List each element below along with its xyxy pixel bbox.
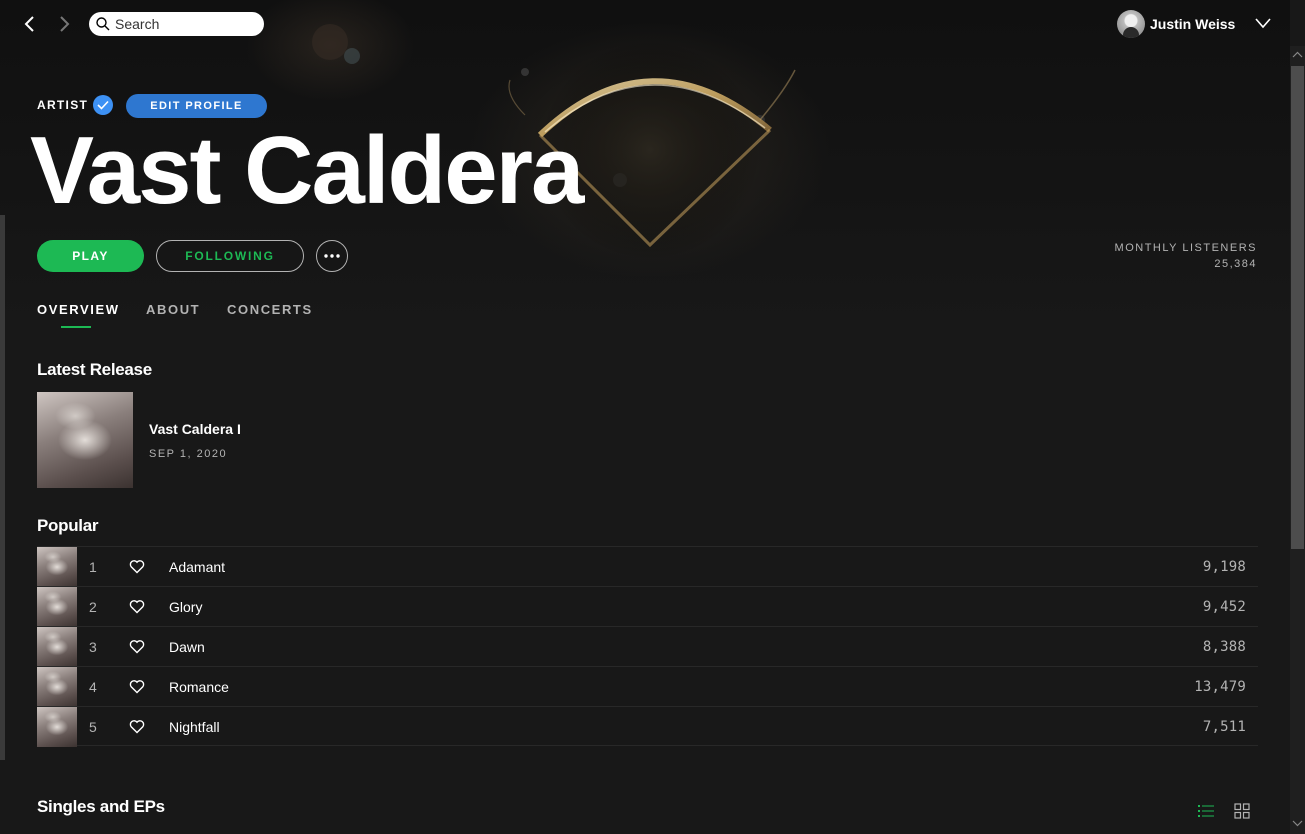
track-number: 4: [89, 679, 97, 695]
track-row[interactable]: 5 Nightfall 7,511: [37, 706, 1258, 747]
heart-icon[interactable]: [129, 679, 145, 694]
track-row[interactable]: 3 Dawn 8,388: [37, 626, 1258, 667]
search-box[interactable]: [89, 12, 264, 36]
track-title[interactable]: Glory: [169, 599, 202, 615]
heart-icon[interactable]: [129, 639, 145, 654]
grid-view-icon[interactable]: [1234, 803, 1250, 819]
track-play-count: 7,511: [1202, 719, 1246, 735]
track-number: 5: [89, 719, 97, 735]
track-title[interactable]: Nightfall: [169, 719, 220, 735]
track-play-count: 8,388: [1202, 639, 1246, 655]
chevron-right-icon: [60, 16, 70, 32]
scrollbar-thumb[interactable]: [1291, 66, 1304, 549]
monthly-listeners-value: 25,384: [1214, 258, 1257, 270]
active-tab-indicator: [61, 326, 91, 328]
popular-heading: Popular: [37, 516, 99, 535]
user-name[interactable]: Justin Weiss: [1150, 16, 1235, 32]
track-thumbnail: [37, 707, 77, 747]
avatar[interactable]: [1117, 10, 1145, 38]
latest-release-cover[interactable]: [37, 392, 133, 488]
latest-release-title[interactable]: Vast Caldera I: [149, 421, 241, 437]
chevron-left-icon: [24, 16, 34, 32]
forward-button[interactable]: [52, 12, 76, 36]
track-thumbnail: [37, 667, 77, 707]
track-number: 2: [89, 599, 97, 615]
sidebar-edge: [0, 215, 5, 760]
track-title[interactable]: Dawn: [169, 639, 205, 655]
track-thumbnail: [37, 587, 77, 627]
scroll-down-arrow-icon[interactable]: [1292, 818, 1303, 828]
play-button[interactable]: PLAY: [37, 240, 144, 272]
track-play-count: 13,479: [1194, 679, 1246, 695]
tab-overview[interactable]: OVERVIEW: [37, 302, 120, 317]
latest-release-heading: Latest Release: [37, 360, 152, 379]
list-view-icon[interactable]: [1198, 803, 1214, 819]
following-button[interactable]: FOLLOWING: [156, 240, 304, 272]
track-row[interactable]: 4 Romance 13,479: [37, 666, 1258, 707]
back-button[interactable]: [18, 12, 42, 36]
track-number: 3: [89, 639, 97, 655]
artist-type-label: ARTIST: [37, 98, 89, 112]
tab-concerts[interactable]: CONCERTS: [227, 302, 313, 317]
heart-icon[interactable]: [129, 719, 145, 734]
search-input[interactable]: [115, 16, 255, 32]
check-icon: [97, 100, 109, 110]
monthly-listeners-label: MONTHLY LISTENERS: [1114, 242, 1257, 254]
chevron-down-icon[interactable]: [1254, 16, 1272, 30]
heart-icon[interactable]: [129, 599, 145, 614]
track-thumbnail: [37, 547, 77, 587]
singles-eps-heading: Singles and EPs: [37, 797, 165, 816]
track-play-count: 9,198: [1202, 559, 1246, 575]
verified-badge-icon: [93, 95, 113, 115]
ellipsis-icon: [324, 254, 340, 258]
heart-icon[interactable]: [129, 559, 145, 574]
track-row[interactable]: 2 Glory 9,452: [37, 586, 1258, 627]
more-options-button[interactable]: [316, 240, 348, 272]
track-row[interactable]: 1 Adamant 9,198: [37, 546, 1258, 587]
edit-profile-button[interactable]: EDIT PROFILE: [126, 94, 267, 118]
scroll-up-arrow-icon[interactable]: [1292, 50, 1303, 60]
popular-tracks-list: 1 Adamant 9,198 2 Glory 9,452 3 Dawn 8,3…: [37, 546, 1258, 747]
tab-about[interactable]: ABOUT: [146, 302, 200, 317]
latest-release-date: SEP 1, 2020: [149, 448, 228, 460]
search-icon: [96, 17, 110, 31]
user-menu[interactable]: Justin Weiss: [1117, 10, 1235, 38]
track-number: 1: [89, 559, 97, 575]
track-play-count: 9,452: [1202, 599, 1246, 615]
track-title[interactable]: Adamant: [169, 559, 225, 575]
track-thumbnail: [37, 627, 77, 667]
artist-name: Vast Caldera: [30, 117, 584, 224]
track-title[interactable]: Romance: [169, 679, 229, 695]
